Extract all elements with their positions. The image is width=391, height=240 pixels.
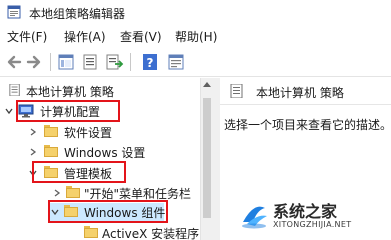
tree-root-label: 本地计算机 策略 [26, 85, 114, 99]
properties-view-icon[interactable] [166, 52, 186, 72]
watermark-title: 系统之家 [273, 202, 338, 221]
export-list-icon[interactable] [104, 52, 124, 72]
toolbar-separator [130, 53, 131, 71]
forward-icon[interactable] [24, 52, 44, 72]
tree-item-activex-installer[interactable]: ActiveX 安装程序 [0, 224, 200, 240]
toolbar: ? [0, 48, 391, 77]
scroll-up-arrow-icon[interactable] [203, 82, 211, 87]
list-icon[interactable] [80, 52, 100, 72]
pane-splitter[interactable] [212, 78, 220, 240]
policy-editor-app-icon [7, 5, 21, 19]
details-description: 选择一个项目来查看它的描述。 [224, 118, 391, 132]
collapsed-chevron-icon[interactable] [28, 127, 38, 137]
collapsed-chevron-icon[interactable] [52, 188, 62, 198]
tree-root-item[interactable]: 本地计算机 策略 [0, 82, 200, 100]
site-logo-icon [242, 206, 267, 229]
details-header-title: 本地计算机 策略 [256, 86, 344, 100]
show-hide-tree-icon[interactable] [56, 52, 76, 72]
menu-action[interactable]: 操作(A) [64, 28, 106, 45]
menu-help[interactable]: 帮助(H) [175, 28, 217, 45]
scrollbar-thumb[interactable] [203, 98, 211, 218]
tree-item-label: Windows 设置 [64, 146, 146, 160]
details-header: 本地计算机 策略 [220, 78, 391, 105]
highlight-box [16, 100, 120, 122]
tree-item-windows-settings[interactable]: Windows 设置 [0, 143, 200, 161]
toolbar-separator [50, 53, 51, 71]
tree-item-label: 软件设置 [64, 126, 113, 140]
watermark-subtitle: XITONGZHIJIA.NET [273, 220, 352, 229]
window-title: 本地组策略编辑器 [29, 7, 126, 21]
menu-bar: 文件(F) 操作(A) 查看(V) 帮助(H) [0, 26, 391, 46]
site-watermark: 系统之家 XITONGZHIJIA.NET [239, 198, 389, 238]
back-icon[interactable] [4, 52, 24, 72]
folder-icon [84, 226, 98, 238]
policy-document-icon [9, 84, 20, 96]
tree-item-software-settings[interactable]: 软件设置 [0, 123, 200, 141]
folder-icon [44, 145, 58, 157]
highlight-box [48, 200, 168, 223]
svg-text:?: ? [147, 56, 154, 70]
folder-icon [44, 125, 58, 137]
folder-icon [66, 186, 80, 198]
menu-view[interactable]: 查看(V) [120, 28, 162, 45]
tree-item-label: ActiveX 安装程序 [102, 227, 200, 240]
collapsed-chevron-icon[interactable] [28, 147, 38, 157]
title-bar: 本地组策略编辑器 [0, 0, 391, 26]
highlight-box [32, 161, 126, 183]
help-icon[interactable]: ? [140, 52, 160, 72]
policy-document-icon [230, 84, 243, 98]
expanded-chevron-icon[interactable] [4, 106, 14, 116]
policy-tree-pane: 本地计算机 策略 计算机配置 软件设置 Windows 设置 管理模板 "开始"… [0, 78, 212, 240]
menu-file[interactable]: 文件(F) [7, 28, 47, 45]
